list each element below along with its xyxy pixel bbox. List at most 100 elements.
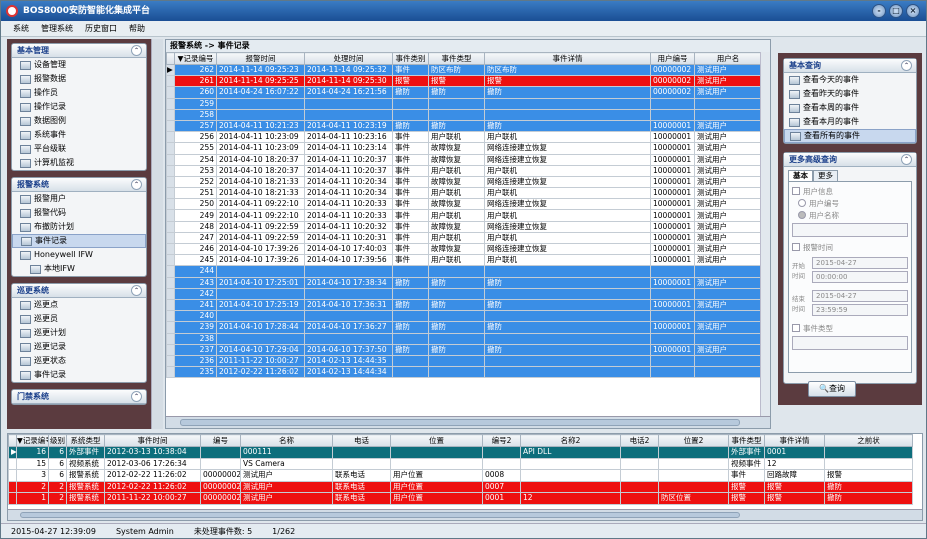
- table-row[interactable]: 235 2012-02-22 11:26:02 2014-02-13 14:44:3…: [166, 366, 762, 379]
- column-header[interactable]: 位置2: [658, 434, 729, 447]
- scroll-thumb[interactable]: [180, 419, 740, 426]
- collapse-icon[interactable]: ⌃: [901, 154, 912, 165]
- minimize-button[interactable]: -: [872, 4, 886, 18]
- event-type-select[interactable]: [792, 336, 908, 350]
- table-row[interactable]: 2 2 报警系统 2012-02-22 11:26:02 00000002 测试用户 联系电…: [8, 480, 913, 493]
- menu-history-window[interactable]: 历史窗口: [83, 21, 119, 36]
- sidebar-item[interactable]: 本地IFW: [12, 262, 146, 276]
- column-header[interactable]: 报警时间: [216, 52, 305, 65]
- table-row[interactable]: 244: [166, 265, 762, 278]
- column-header[interactable]: 名称2: [520, 434, 621, 447]
- collapse-icon[interactable]: ⌃: [131, 285, 142, 296]
- table-row[interactable]: 253 2014-04-10 18:20:37 2014-04-11 10:20:3…: [166, 164, 762, 177]
- sidebar-item[interactable]: 事件记录: [12, 234, 146, 248]
- table-row[interactable]: 256 2014-04-11 10:23:09 2014-04-11 10:23:1…: [166, 131, 762, 144]
- sidebar-item[interactable]: 报警代码: [12, 206, 146, 220]
- sidebar-item[interactable]: 巡更记录: [12, 340, 146, 354]
- sidebar-item[interactable]: 计算机监视: [12, 156, 146, 170]
- tab-more[interactable]: 更多: [813, 170, 838, 181]
- column-header[interactable]: 事件类型: [428, 52, 485, 65]
- column-header[interactable]: 事件详情: [764, 434, 825, 447]
- table-row[interactable]: 239 2014-04-10 17:28:44 2014-04-10 17:36:2…: [166, 321, 762, 334]
- column-header[interactable]: 事件时间: [104, 434, 201, 447]
- column-header[interactable]: 用户编号: [650, 52, 695, 65]
- column-header[interactable]: 事件详情: [484, 52, 651, 65]
- event-type-checkbox[interactable]: [792, 324, 800, 332]
- table-row[interactable]: 261 2014-11-14 09:25:25 2014-11-14 09:25:3…: [166, 75, 762, 88]
- user-name-radio[interactable]: [798, 211, 806, 219]
- column-header[interactable]: 处理时间: [304, 52, 393, 65]
- start-date-field[interactable]: 2015-04-27: [812, 257, 908, 269]
- sidebar-item[interactable]: 报警数据: [12, 72, 146, 86]
- column-header[interactable]: 之前状: [824, 434, 913, 447]
- table-row[interactable]: 3 6 报警系统 2012-02-22 11:26:02 00000002 测试用户 联系电…: [8, 469, 913, 482]
- start-time-field[interactable]: 00:00:00: [812, 271, 908, 283]
- column-header[interactable]: 名称: [240, 434, 333, 447]
- column-header[interactable]: 电话2: [620, 434, 659, 447]
- table-row[interactable]: 259: [166, 97, 762, 110]
- table-row[interactable]: 236 2011-11-22 10:00:27 2014-02-13 14:44:3…: [166, 354, 762, 368]
- nav-group-header[interactable]: 报警系统 ⌃: [12, 178, 146, 192]
- table-row[interactable]: 254 2014-04-10 18:20:37 2014-04-11 10:20:3…: [166, 153, 762, 166]
- collapse-icon[interactable]: ⌃: [901, 60, 912, 71]
- sidebar-item[interactable]: 操作员: [12, 86, 146, 100]
- basic-query-item[interactable]: 查看所有的事件: [784, 129, 916, 143]
- table-row[interactable]: 238: [166, 332, 762, 345]
- sidebar-item[interactable]: 巡更点: [12, 298, 146, 312]
- table-row[interactable]: 240: [166, 310, 762, 323]
- column-header[interactable]: 编号: [200, 434, 241, 447]
- basic-query-item[interactable]: 查看昨天的事件: [784, 87, 916, 101]
- query-button[interactable]: 🔍查询: [808, 381, 856, 397]
- sidebar-item[interactable]: 巡更计划: [12, 326, 146, 340]
- column-header[interactable]: 级别: [48, 434, 67, 447]
- sidebar-item[interactable]: 数据图例: [12, 114, 146, 128]
- column-header[interactable]: 系统类型: [66, 434, 105, 447]
- column-header[interactable]: ▼记录编号: [16, 434, 49, 447]
- sidebar-item[interactable]: 设备管理: [12, 58, 146, 72]
- table-row[interactable]: 1 2 报警系统 2011-11-22 10:00:27 00000002 测试用户 联系电…: [8, 492, 913, 505]
- table-row[interactable]: 247 2014-04-11 09:22:59 2014-04-11 10:20:3…: [166, 231, 762, 245]
- close-button[interactable]: ×: [906, 4, 920, 18]
- table-row[interactable]: 249 2014-04-11 09:22:10 2014-04-11 10:20:3…: [166, 209, 762, 222]
- sidebar-item[interactable]: 系统事件: [12, 128, 146, 142]
- table-row[interactable]: 243 2014-04-10 17:25:01 2014-04-10 17:38:3…: [166, 276, 762, 289]
- maximize-button[interactable]: □: [889, 4, 903, 18]
- table-row[interactable]: 251 2014-04-10 18:21:33 2014-04-11 10:20:3…: [166, 187, 762, 200]
- table-row[interactable]: 241 2014-04-10 17:25:19 2014-04-10 17:36:3…: [166, 298, 762, 312]
- user-info-checkbox[interactable]: [792, 187, 800, 195]
- column-header[interactable]: 事件类别: [392, 52, 429, 65]
- collapse-icon[interactable]: ⌃: [131, 45, 142, 56]
- menu-help[interactable]: 帮助: [127, 21, 147, 36]
- table-horizontal-scrollbar[interactable]: [166, 416, 770, 428]
- sidebar-item[interactable]: 巡更员: [12, 312, 146, 326]
- table-row[interactable]: ▶ 262 2014-11-14 09:25:23 2014-11-14 09:25:…: [166, 63, 762, 77]
- bottom-horizontal-scrollbar[interactable]: [8, 509, 922, 520]
- table-row[interactable]: 237 2014-04-10 17:29:04 2014-04-10 17:37:5…: [166, 343, 762, 356]
- basic-query-item[interactable]: 查看本月的事件: [784, 115, 916, 129]
- table-row[interactable]: 248 2014-04-11 09:22:59 2014-04-11 10:20:3…: [166, 220, 762, 233]
- basic-query-item[interactable]: 查看本周的事件: [784, 101, 916, 115]
- scroll-thumb[interactable]: [20, 512, 740, 518]
- collapse-icon[interactable]: ⌃: [131, 391, 142, 402]
- sidebar-item[interactable]: 布撤防计划: [12, 220, 146, 234]
- alarm-time-checkbox[interactable]: [792, 243, 800, 251]
- table-row[interactable]: 245 2014-04-10 17:39:26 2014-04-10 17:39:5…: [166, 254, 762, 267]
- sidebar-item[interactable]: 巡更状态: [12, 354, 146, 368]
- table-row[interactable]: 15 6 视频系统 2012-03-06 17:26:34 VS Camera 视频事件 1…: [8, 457, 913, 470]
- table-row[interactable]: 258: [166, 108, 762, 121]
- end-time-field[interactable]: 23:59:59: [812, 304, 908, 316]
- table-row[interactable]: 242: [166, 287, 762, 300]
- sidebar-item[interactable]: 平台级联: [12, 142, 146, 156]
- sidebar-item[interactable]: 报警用户: [12, 192, 146, 206]
- sidebar-item[interactable]: 事件记录: [12, 368, 146, 382]
- column-header[interactable]: 编号2: [482, 434, 521, 447]
- left-scrollbar[interactable]: [151, 39, 163, 429]
- table-row[interactable]: 246 2014-04-10 17:39:26 2014-04-10 17:40:0…: [166, 242, 762, 256]
- user-no-radio[interactable]: [798, 199, 806, 207]
- advanced-query-header[interactable]: 更多高级查询 ⌃: [784, 153, 916, 167]
- basic-query-header[interactable]: 基本查询 ⌃: [784, 59, 916, 73]
- table-row[interactable]: 260 2014-04-24 16:07:22 2014-04-24 16:21:5…: [166, 86, 762, 99]
- user-search-input[interactable]: [792, 223, 908, 237]
- table-row[interactable]: ▶ 16 6 外部事件 2012-03-13 10:38:04 000111 API DLL…: [8, 446, 913, 459]
- collapse-icon[interactable]: ⌃: [131, 179, 142, 190]
